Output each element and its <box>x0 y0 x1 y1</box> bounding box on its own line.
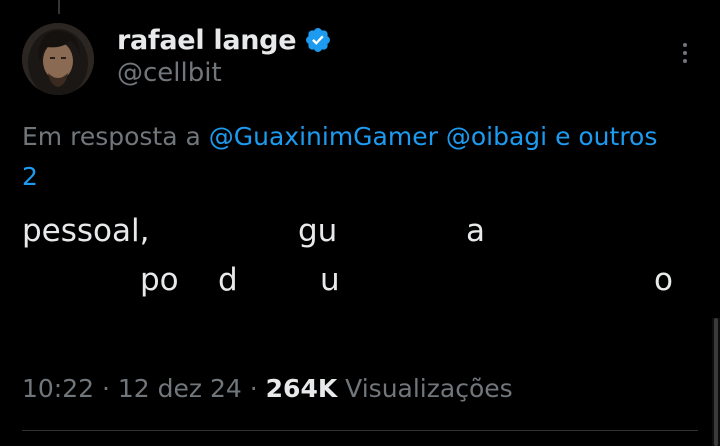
reply-others-link[interactable]: e outros <box>555 122 657 151</box>
views-label[interactable]: Visualizações <box>345 374 512 403</box>
more-dot <box>683 43 687 47</box>
tweet-meta: 10:22 · 12 dez 24 · 264K Visualizações <box>22 369 513 409</box>
meta-separator: · <box>249 374 258 403</box>
avatar[interactable] <box>22 23 94 95</box>
author-name-row: rafael lange <box>117 20 332 60</box>
reply-prefix: Em resposta a <box>22 122 201 151</box>
tweet-text-word: po <box>140 262 179 298</box>
reply-context: Em resposta a @GuaxinimGamer @oibagi e o… <box>22 117 720 157</box>
tweet-text-word: a <box>466 213 485 249</box>
tweet-text-word: pessoal, <box>22 213 150 249</box>
divider <box>22 430 698 431</box>
tweet-text-word: o <box>654 262 673 298</box>
reply-mention-oibagi[interactable]: @oibagi <box>446 122 547 151</box>
author-handle[interactable]: @cellbit <box>117 58 222 88</box>
verified-badge-icon <box>306 28 331 52</box>
scrollbar-thumb[interactable] <box>714 318 718 446</box>
more-dot <box>683 59 687 63</box>
tweet-date[interactable]: 12 dez 24 <box>118 374 242 403</box>
more-options-icon[interactable] <box>670 38 700 68</box>
tweet-text-word: gu <box>298 213 338 249</box>
reply-mention-guaxinimgamer[interactable]: @GuaxinimGamer <box>209 122 438 151</box>
tweet-text-word: u <box>320 262 340 298</box>
meta-separator: · <box>102 374 110 403</box>
user-avatar-icon <box>22 23 94 95</box>
author-display-name[interactable]: rafael lange <box>117 25 297 56</box>
tweet-text-word: d <box>218 262 238 298</box>
reply-others-count[interactable]: 2 <box>22 157 38 197</box>
more-dot <box>683 51 687 55</box>
views-count[interactable]: 264K <box>266 374 338 403</box>
thread-connector-line <box>58 0 60 14</box>
tweet-time[interactable]: 10:22 <box>22 374 94 403</box>
